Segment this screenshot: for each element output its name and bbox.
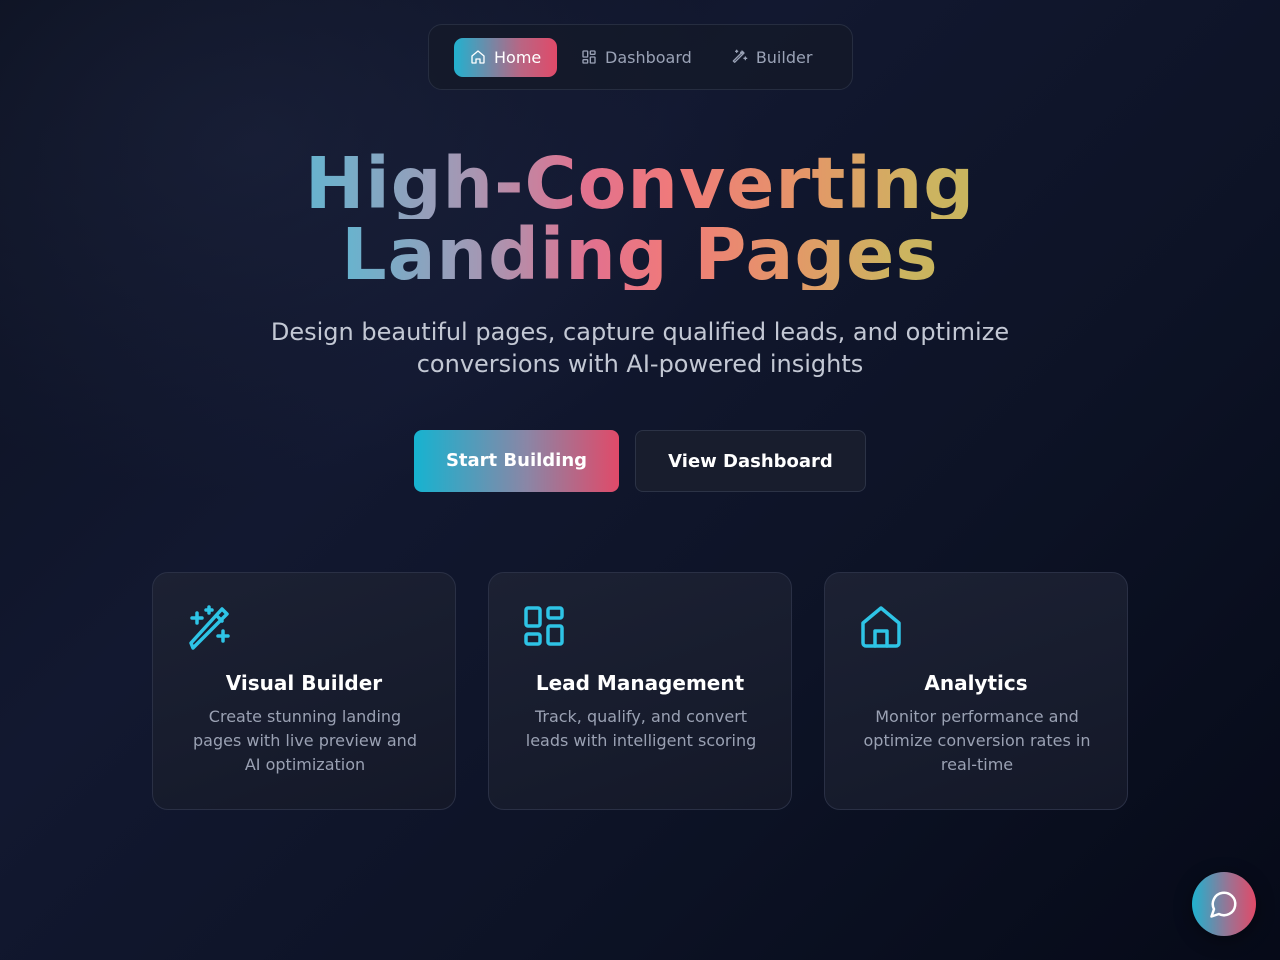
home-icon bbox=[471, 50, 485, 64]
hero-subtitle: Design beautiful pages, capture qualifie… bbox=[0, 316, 1280, 380]
hero-title-line2: Landing Pages bbox=[341, 213, 939, 296]
hero-subtitle-line2: conversions with AI-powered insights bbox=[416, 350, 864, 378]
feature-card-analytics: Analytics Monitor performance and optimi… bbox=[824, 572, 1128, 810]
nav-item-label: Home bbox=[494, 47, 542, 67]
feature-card-lead-management: Lead Management Track, qualify, and conv… bbox=[488, 572, 792, 810]
dashboard-icon bbox=[524, 606, 564, 646]
feature-title: Analytics bbox=[924, 671, 1028, 695]
chat-bubble-icon bbox=[1210, 891, 1237, 918]
hero-subtitle-line1: Design beautiful pages, capture qualifie… bbox=[270, 318, 1010, 346]
magic-wand-icon bbox=[732, 49, 748, 63]
hero-title: High-Converting Landing Pages bbox=[0, 148, 1280, 290]
feature-description: Track, qualify, and convert leads with i… bbox=[525, 707, 757, 750]
home-icon bbox=[861, 606, 901, 648]
magic-wand-icon bbox=[189, 605, 230, 650]
nav-item-home[interactable]: Home bbox=[454, 37, 557, 77]
feature-title: Lead Management bbox=[535, 671, 745, 695]
feature-description: Create stunning landing pages with live … bbox=[193, 707, 417, 774]
view-dashboard-button[interactable]: View Dashboard bbox=[635, 430, 866, 492]
nav-item-builder[interactable]: Builder bbox=[732, 38, 813, 77]
feature-description: Monitor performance and optimize convers… bbox=[863, 707, 1091, 774]
feature-card-visual-builder: Visual Builder Create stunning landing p… bbox=[152, 572, 456, 810]
top-nav: Home Dashboard Builder bbox=[428, 24, 853, 90]
feature-title: Visual Builder bbox=[225, 671, 383, 695]
hero-title-line1: High-Converting bbox=[304, 142, 976, 225]
start-building-button[interactable]: Start Building bbox=[414, 430, 619, 492]
nav-item-label: Builder bbox=[755, 47, 813, 67]
chat-button[interactable] bbox=[1192, 872, 1256, 936]
nav-item-dashboard[interactable]: Dashboard bbox=[581, 38, 692, 77]
nav-item-label: Dashboard bbox=[605, 47, 692, 67]
dashboard-icon bbox=[582, 50, 596, 64]
